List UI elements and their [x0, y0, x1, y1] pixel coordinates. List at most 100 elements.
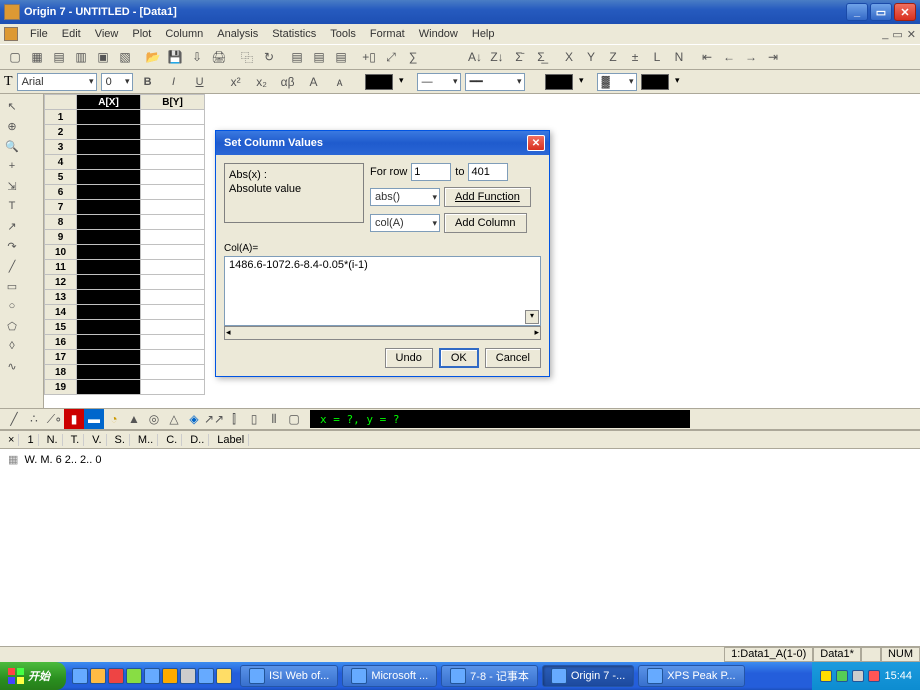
cell-a[interactable] [77, 275, 141, 290]
cell-b[interactable] [141, 320, 205, 335]
line-tool-icon[interactable]: ╱ [2, 256, 22, 276]
ql-icon-6[interactable] [162, 668, 178, 684]
add-column-button[interactable]: Add Column [444, 213, 527, 233]
ql-icon-5[interactable] [144, 668, 160, 684]
column-plot-icon[interactable]: ▬ [84, 409, 104, 429]
cell-a[interactable] [77, 140, 141, 155]
column-header-a[interactable]: A[X] [77, 95, 141, 110]
cell-b[interactable] [141, 230, 205, 245]
row-header[interactable]: 4 [45, 155, 77, 170]
from-row-input[interactable] [411, 163, 451, 181]
text-tool-side-icon[interactable]: T [2, 196, 22, 216]
taskbar-task[interactable]: 7-8 - 记事本 [441, 665, 538, 687]
cell-b[interactable] [141, 215, 205, 230]
mdi-minimize-icon[interactable]: _ [882, 28, 888, 41]
row-header[interactable]: 10 [45, 245, 77, 260]
cell-a[interactable] [77, 110, 141, 125]
cell-a[interactable] [77, 185, 141, 200]
rect-tool-icon[interactable]: ▭ [2, 276, 22, 296]
refresh-icon[interactable]: ↻ [258, 46, 280, 68]
column-combo[interactable]: col(A) [370, 214, 440, 232]
row-header[interactable]: 17 [45, 350, 77, 365]
cell-b[interactable] [141, 140, 205, 155]
menu-plot[interactable]: Plot [126, 26, 157, 42]
tray-icon-1[interactable] [820, 670, 832, 682]
taskbar-task[interactable]: Origin 7 -... [542, 665, 634, 687]
new-graph-icon[interactable]: ▤ [48, 46, 70, 68]
row-header[interactable]: 3 [45, 140, 77, 155]
close-button[interactable]: ✕ [894, 3, 916, 21]
ok-button[interactable]: OK [439, 348, 479, 368]
cell-b[interactable] [141, 335, 205, 350]
cell-a[interactable] [77, 335, 141, 350]
scatter-plot-icon[interactable]: ∴ [24, 409, 44, 429]
font-name-combo[interactable]: Arial [17, 73, 97, 91]
stats-col-icon[interactable]: Σ̄ [508, 46, 530, 68]
region-tool-icon[interactable]: ◊ [2, 336, 22, 356]
pattern-combo[interactable]: ▓ [597, 73, 637, 91]
increase-font-icon[interactable]: A [303, 71, 325, 93]
polar-plot-icon[interactable]: ◎ [144, 409, 164, 429]
vector-plot-icon[interactable]: ↗↗ [204, 409, 224, 429]
pie-chart-icon[interactable]: ◔ [104, 409, 124, 429]
set-y-icon[interactable]: Y [580, 46, 602, 68]
line-width-combo[interactable]: — [417, 73, 461, 91]
formula-textarea[interactable]: 1486.6-1072.6-8.4-0.05*(i-1) ▾ [224, 256, 541, 326]
ternary-plot-icon[interactable]: △ [164, 409, 184, 429]
formula-scroll-down-icon[interactable]: ▾ [525, 310, 539, 324]
mdi-close-icon[interactable]: ✕ [907, 28, 916, 41]
cell-a[interactable] [77, 155, 141, 170]
pattern-color-swatch[interactable] [641, 74, 669, 90]
cell-a[interactable] [77, 245, 141, 260]
data-reader-icon[interactable]: + [2, 156, 22, 176]
dialog-titlebar[interactable]: Set Column Values ✕ [216, 131, 549, 155]
line-style-combo[interactable]: ━━ [465, 73, 525, 91]
menu-edit[interactable]: Edit [56, 26, 87, 42]
tray-icon-4[interactable] [868, 670, 880, 682]
polygon-tool-icon[interactable]: ⬠ [2, 316, 22, 336]
data-selector-icon[interactable]: ⇲ [2, 176, 22, 196]
project-explorer-icon[interactable]: ▤ [308, 46, 330, 68]
row-header[interactable]: 15 [45, 320, 77, 335]
add-col-icon[interactable]: +▯ [358, 46, 380, 68]
taskbar-task[interactable]: XPS Peak P... [638, 665, 744, 687]
sort-asc-icon[interactable]: A↓ [464, 46, 486, 68]
row-header[interactable]: 8 [45, 215, 77, 230]
row-header[interactable]: 7 [45, 200, 77, 215]
cell-b[interactable] [141, 290, 205, 305]
menu-help[interactable]: Help [466, 26, 501, 42]
move-left-icon[interactable]: ← [718, 46, 740, 68]
move-right-icon[interactable]: → [740, 46, 762, 68]
minimize-button[interactable]: _ [846, 3, 868, 21]
cell-b[interactable] [141, 170, 205, 185]
cell-a[interactable] [77, 125, 141, 140]
menu-tools[interactable]: Tools [324, 26, 362, 42]
stats-row-icon[interactable]: Σ̲ [530, 46, 552, 68]
row-header[interactable]: 18 [45, 365, 77, 380]
rescale-icon[interactable]: ⤢ [380, 46, 402, 68]
function-combo[interactable]: abs() [370, 188, 440, 206]
font-size-combo[interactable]: 0 [101, 73, 133, 91]
box-plot-icon[interactable]: ▯ [244, 409, 264, 429]
greek-icon[interactable]: αβ [277, 71, 299, 93]
cell-b[interactable] [141, 305, 205, 320]
duplicate-icon[interactable]: ⿻ [236, 46, 258, 68]
bar-plot-icon[interactable]: ▮ [64, 409, 84, 429]
menu-analysis[interactable]: Analysis [211, 26, 264, 42]
new-project-icon[interactable]: ▢ [4, 46, 26, 68]
cell-a[interactable] [77, 305, 141, 320]
save-icon[interactable]: 💾 [164, 46, 186, 68]
cell-b[interactable] [141, 275, 205, 290]
decrease-font-icon[interactable]: ᴀ [329, 71, 351, 93]
template-icon[interactable]: ▢ [284, 409, 304, 429]
column-header-b[interactable]: B[Y] [141, 95, 205, 110]
tab-n[interactable]: N. [43, 434, 63, 446]
cell-a[interactable] [77, 320, 141, 335]
line-color-swatch[interactable] [365, 74, 393, 90]
cell-a[interactable] [77, 365, 141, 380]
cell-a[interactable] [77, 230, 141, 245]
fill-color-swatch[interactable] [545, 74, 573, 90]
tab-d[interactable]: D.. [186, 434, 209, 446]
cell-b[interactable] [141, 365, 205, 380]
move-first-icon[interactable]: ⇤ [696, 46, 718, 68]
